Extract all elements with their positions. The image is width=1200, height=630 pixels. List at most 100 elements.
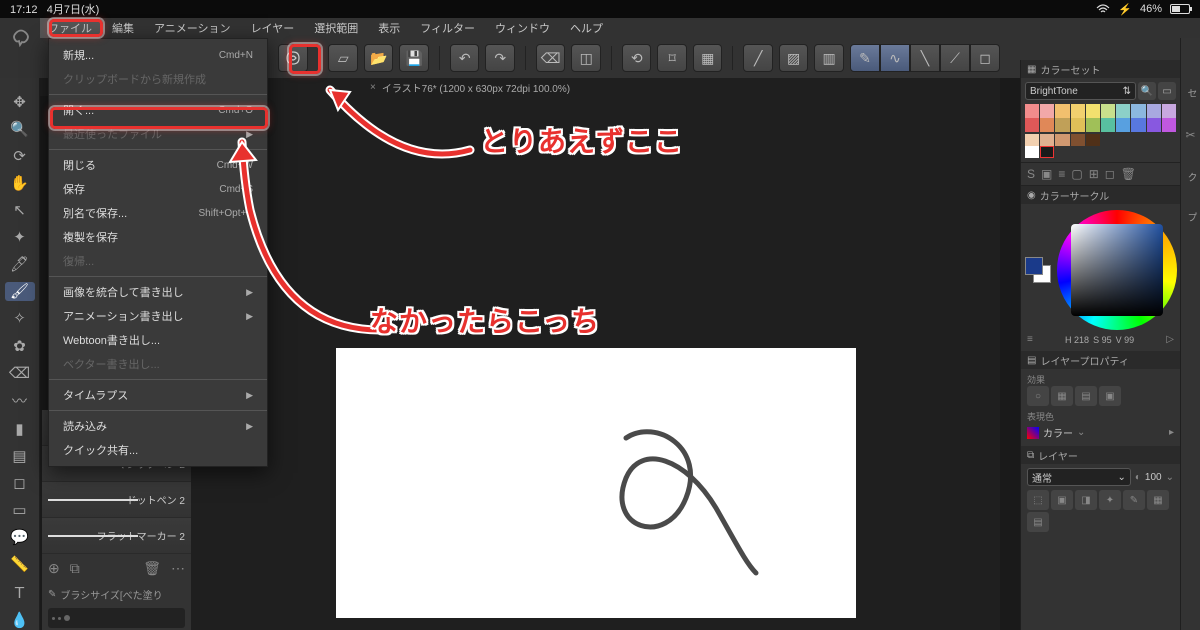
color-swatch[interactable] <box>1055 104 1069 118</box>
blend-icon[interactable]: 〰 <box>5 390 35 411</box>
selection-icon[interactable]: ◫ <box>571 44 601 72</box>
color-swatch[interactable] <box>1040 146 1054 158</box>
color-swatch[interactable] <box>1131 118 1145 132</box>
file-menu-item[interactable]: 閉じるCmd+W <box>49 153 267 177</box>
transform-icon[interactable]: ▦ <box>693 44 723 72</box>
color-swatch[interactable] <box>1162 118 1176 132</box>
box-icon[interactable]: ◻ <box>1105 167 1115 181</box>
color-swatch[interactable] <box>1086 104 1100 118</box>
file-menu-item[interactable]: 画像を統合して書き出し▶ <box>49 280 267 304</box>
layer-draft-icon[interactable]: ✎ <box>1123 490 1145 510</box>
fill-icon[interactable]: ▮ <box>5 419 35 438</box>
file-menu-item[interactable]: タイムラプス▶ <box>49 383 267 407</box>
color-swatch[interactable] <box>1086 118 1100 132</box>
s-icon[interactable]: S <box>1027 167 1035 181</box>
pen-icon[interactable]: 🖊 <box>5 255 35 274</box>
layer-alpha-icon[interactable]: ▣ <box>1051 490 1073 510</box>
right-tab-2[interactable]: ク <box>1183 172 1198 182</box>
color-swatch[interactable] <box>1147 118 1161 132</box>
settings-icon[interactable]: ⋯ <box>171 560 185 577</box>
file-menu-item[interactable]: アニメーション書き出し▶ <box>49 304 267 328</box>
file-menu-item[interactable]: Webtoon書き出し... <box>49 328 267 352</box>
color-swatch[interactable] <box>1025 118 1039 132</box>
play-icon[interactable]: ▷ <box>1166 334 1174 345</box>
color-swatch[interactable] <box>1025 146 1039 158</box>
color-swatch[interactable] <box>1086 134 1100 146</box>
brush-size-slider[interactable] <box>48 608 185 628</box>
color-swatch[interactable] <box>1071 118 1085 132</box>
dup-brush-icon[interactable]: ⧉ <box>70 560 80 577</box>
layer-clip-icon[interactable]: ◨ <box>1075 490 1097 510</box>
expression-value[interactable]: カラー <box>1043 425 1073 440</box>
curve-mode-icon[interactable]: ⟋ <box>940 44 970 72</box>
shape-mode-icon[interactable]: ◻ <box>970 44 1000 72</box>
menu-ヘルプ[interactable]: ヘルプ <box>562 18 611 38</box>
close-tab-icon[interactable]: × <box>370 82 376 93</box>
frame-icon[interactable]: ▭ <box>5 501 35 520</box>
move-icon[interactable]: ✥ <box>5 92 35 111</box>
file-menu-item[interactable]: 複製を保存 <box>49 225 267 249</box>
perspective-icon[interactable]: ▨ <box>779 44 809 72</box>
brush-mode-icon[interactable]: ∿ <box>880 44 910 72</box>
color-wheel[interactable] <box>1057 210 1177 330</box>
trash-icon[interactable]: 🗑 <box>143 560 161 577</box>
app-logo-icon[interactable] <box>4 18 38 58</box>
rotate-icon[interactable]: ⟳ <box>5 146 35 165</box>
color-swatch[interactable] <box>1071 104 1085 118</box>
layers-header[interactable]: ⧉ レイヤー <box>1021 446 1180 464</box>
layer-ref-icon[interactable]: ✦ <box>1099 490 1121 510</box>
layer-lock-icon[interactable]: ⬚ <box>1027 490 1049 510</box>
fg-bg-swatch[interactable] <box>1025 257 1051 283</box>
effect-tone-icon[interactable]: ▤ <box>1075 386 1097 406</box>
layer-ruler-icon[interactable]: ▤ <box>1027 512 1049 532</box>
file-menu-item[interactable]: 開く...Cmd+O <box>49 98 267 122</box>
snap-icon[interactable]: ╱ <box>743 44 773 72</box>
file-menu-item[interactable]: クイック共有... <box>49 438 267 462</box>
menu-レイヤー[interactable]: レイヤー <box>243 18 303 38</box>
color-preset-select[interactable]: BrightTone ⇅ <box>1025 82 1136 100</box>
text-icon[interactable]: Ｔ <box>5 582 35 603</box>
file-menu-item[interactable]: 保存Cmd+S <box>49 177 267 201</box>
delete-icon[interactable]: ⌫ <box>536 44 566 72</box>
tag-icon-button[interactable]: ▭ <box>1158 82 1176 100</box>
color-swatch[interactable] <box>1025 104 1039 118</box>
color-swatch[interactable] <box>1147 104 1161 118</box>
save-icon[interactable]: 💾 <box>399 44 429 72</box>
r-icon[interactable]: ▣ <box>1041 167 1052 181</box>
color-swatch[interactable] <box>1116 104 1130 118</box>
menu-アニメーション[interactable]: アニメーション <box>146 18 239 38</box>
wand-icon[interactable]: ✦ <box>5 228 35 247</box>
color-swatch[interactable] <box>1025 134 1039 146</box>
color-set-header[interactable]: ▦ カラーセット <box>1021 60 1180 78</box>
document-tab[interactable]: × イラスト76* (1200 x 630px 72dpi 100.0%) <box>370 80 570 95</box>
right-tab-1[interactable]: セ <box>1183 88 1198 98</box>
color-swatch[interactable] <box>1040 118 1054 132</box>
brush-icon[interactable]: 🖌 <box>5 282 35 301</box>
eyedropper-icon[interactable]: 💧 <box>5 611 35 630</box>
right-tab-3[interactable]: プ <box>1183 212 1198 222</box>
opacity-value[interactable]: 100 <box>1145 472 1162 483</box>
file-menu-item[interactable]: 新規...Cmd+N <box>49 43 267 67</box>
deco-icon[interactable]: ✿ <box>5 336 35 355</box>
color-swatch[interactable] <box>1040 104 1054 118</box>
menu-編集[interactable]: 編集 <box>104 18 142 38</box>
new-layer-icon[interactable]: ▱ <box>328 44 358 72</box>
fg-color-swatch[interactable] <box>1025 257 1043 275</box>
canvas-viewport[interactable] <box>192 96 1000 630</box>
folder-open-icon[interactable]: 📂 <box>364 44 394 72</box>
color-swatch[interactable] <box>1040 134 1054 146</box>
effect-extract-icon[interactable]: ▣ <box>1099 386 1121 406</box>
file-menu-item[interactable]: 読み込み▶ <box>49 414 267 438</box>
redo-icon[interactable]: ↷ <box>485 44 515 72</box>
airbrush-icon[interactable]: ✧ <box>5 309 35 328</box>
shape-icon[interactable]: ◻ <box>5 473 35 492</box>
slider-icon[interactable]: ≡ <box>1027 334 1033 345</box>
eraser-icon[interactable]: ⌫ <box>5 363 35 382</box>
add-brush-icon[interactable]: ⊕ <box>48 560 60 577</box>
menu-ファイル[interactable]: ファイル <box>40 18 100 38</box>
line-mode-icon[interactable]: ╲ <box>910 44 940 72</box>
layer-property-header[interactable]: ▤ レイヤープロパティ <box>1021 351 1180 369</box>
menu-選択範囲[interactable]: 選択範囲 <box>306 18 366 38</box>
scissors-icon[interactable]: ✂ <box>1185 128 1195 142</box>
l-icon[interactable]: ▢ <box>1071 167 1082 181</box>
